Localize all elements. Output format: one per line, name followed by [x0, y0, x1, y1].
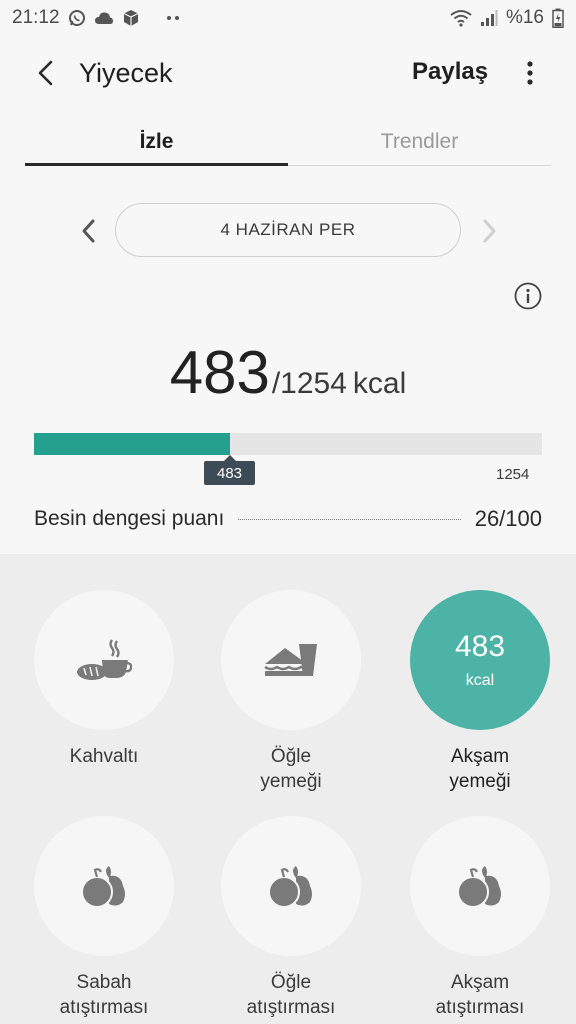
tab-bar: İzle Trendler: [25, 118, 551, 168]
calorie-summary: 483 /1254 kcal: [0, 338, 576, 418]
meal-label: Akşam yemeği: [449, 746, 511, 792]
calories-consumed: 483: [169, 339, 270, 406]
previous-date-button[interactable]: [72, 214, 104, 248]
status-time: 21:12: [12, 7, 60, 28]
meal-circle: [221, 590, 361, 730]
app-bar: Yiyecek Paylaş: [0, 44, 576, 104]
page-title: Yiyecek: [79, 58, 173, 88]
balance-label: Besin dengesi puanı: [34, 507, 225, 530]
fruit-icon: [268, 866, 312, 908]
more-options-button[interactable]: [518, 58, 542, 88]
meal-calories: 483: [454, 630, 506, 663]
breakfast-icon: [77, 639, 132, 680]
battery-icon: [552, 8, 564, 28]
meal-label: Öğle yemeği: [260, 746, 322, 792]
calorie-progress-bar: [34, 433, 542, 455]
tab-track[interactable]: İzle: [25, 118, 288, 166]
more-notifications-icon: [166, 15, 180, 21]
meal-label: Sabah atıştırması: [59, 972, 149, 1018]
signal-icon: [480, 9, 498, 27]
meal-circle-active: 483 kcal: [410, 590, 550, 730]
meal-calorie-unit: kcal: [465, 672, 495, 689]
progress-goal-label: 1254: [496, 466, 530, 483]
dotted-leader: [238, 518, 461, 520]
chevron-left-icon: [82, 219, 95, 243]
active-tab-indicator: [25, 163, 288, 166]
info-button[interactable]: [514, 282, 542, 310]
meal-label: Öğle atıştırması: [246, 972, 336, 1018]
nutrition-balance-row[interactable]: Besin dengesi puanı 26/100: [34, 504, 542, 534]
meal-circle: [34, 590, 174, 730]
meal-label: Kahvaltı: [69, 746, 139, 767]
meal-circle: [410, 816, 550, 956]
tab-trends[interactable]: Trendler: [288, 118, 551, 166]
meal-breakfast[interactable]: Kahvaltı: [29, 590, 179, 769]
balance-score: 26/100: [474, 506, 542, 531]
more-vertical-icon: [527, 61, 533, 85]
back-button[interactable]: [28, 56, 62, 90]
share-button[interactable]: Paylaş: [412, 58, 488, 86]
battery-percentage: %16: [505, 7, 544, 28]
back-arrow-icon: [38, 60, 53, 86]
fruit-icon: [81, 866, 125, 908]
meal-dinner[interactable]: 483 kcal Akşam yemeği: [405, 590, 555, 794]
whatsapp-icon: [68, 9, 86, 27]
cloud-icon: [94, 11, 114, 25]
progress-marker: 483: [204, 455, 255, 485]
package-icon: [122, 9, 140, 27]
sandwich-icon: [264, 644, 317, 676]
fruit-icon: [457, 866, 501, 908]
status-bar: 21:12 %16: [0, 0, 576, 36]
meals-panel: Kahvaltı Öğle yemeği 483 kcal Akşam yemeği: [0, 554, 576, 1024]
next-date-button[interactable]: [474, 214, 506, 248]
chevron-right-icon: [483, 219, 496, 243]
calorie-goal: /1254: [271, 367, 347, 400]
meal-morning-snack[interactable]: Sabah atıştırması: [29, 816, 179, 1020]
date-selector[interactable]: 4 HAZİRAN PER: [115, 203, 461, 257]
info-icon: [514, 282, 542, 310]
meal-evening-snack[interactable]: Akşam atıştırması: [405, 816, 555, 1020]
meal-label: Akşam atıştırması: [435, 972, 525, 1018]
meal-lunch[interactable]: Öğle yemeği: [216, 590, 366, 794]
calorie-unit: kcal: [352, 367, 407, 400]
meal-afternoon-snack[interactable]: Öğle atıştırması: [216, 816, 366, 1020]
wifi-icon: [450, 9, 472, 27]
meal-circle: [34, 816, 174, 956]
tab-divider: [288, 165, 551, 166]
meal-circle: [221, 816, 361, 956]
calorie-progress-fill: [34, 433, 230, 455]
